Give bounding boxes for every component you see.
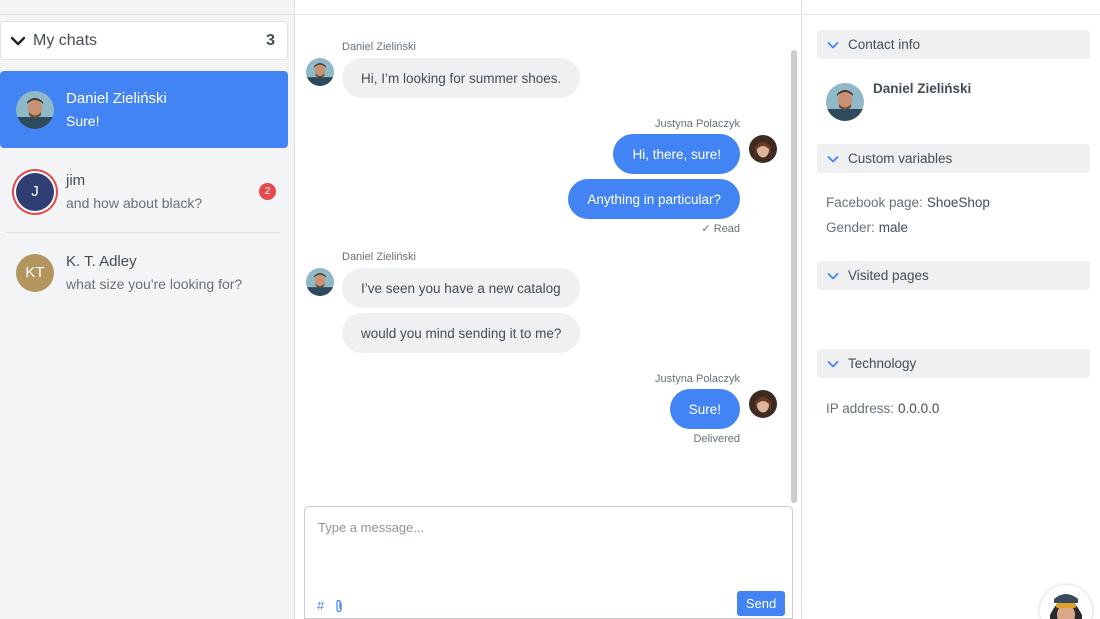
message-bubble: would you mind sending it to me?	[342, 313, 581, 353]
hashtag-icon[interactable]: #	[317, 598, 324, 613]
message-bubble: Hi, there, sure!	[613, 134, 740, 174]
message-author: Justyna Polaczyk	[655, 373, 740, 385]
chat-item-name: Daniel Zieliński	[66, 90, 167, 107]
message-status: ✓ Read	[701, 222, 740, 235]
chevron-down-icon	[11, 36, 25, 45]
chat-item-preview: what size you're looking for?	[66, 276, 243, 292]
chevron-down-icon	[827, 272, 839, 279]
variable-key: Gender:	[826, 220, 875, 235]
message-author: Daniel Zieliński	[342, 41, 416, 53]
divider	[295, 14, 802, 15]
variable-ip-address: IP address: 0.0.0.0	[826, 401, 939, 416]
message-author: Daniel Zieliński	[342, 251, 416, 263]
section-contact-info[interactable]: Contact info	[817, 30, 1090, 59]
avatar: KT	[16, 253, 54, 292]
message-bubble: Anything in particular?	[568, 179, 740, 219]
my-chats-count: 3	[266, 31, 275, 49]
chat-item-daniel[interactable]: Daniel Zieliński Sure!	[0, 71, 288, 148]
send-button[interactable]: Send	[737, 591, 785, 616]
paperclip-icon[interactable]	[334, 599, 344, 613]
message-input[interactable]: Type a message...	[318, 520, 424, 535]
section-title: Custom variables	[848, 151, 953, 166]
variable-key: Facebook page:	[826, 195, 923, 210]
message-bubble: I’ve seen you have a new catalog	[342, 268, 580, 308]
section-title: Visited pages	[848, 268, 929, 283]
variable-facebook-page: Facebook page: ShoeShop	[826, 195, 990, 210]
avatar	[826, 83, 864, 121]
section-custom-variables[interactable]: Custom variables	[817, 144, 1090, 173]
chat-item-preview: and how about black?	[66, 195, 203, 211]
message-status-text: Delivered	[693, 433, 740, 445]
message-bubble: Sure!	[669, 389, 740, 429]
divider	[6, 232, 280, 233]
avatar	[16, 90, 54, 129]
scrollbar[interactable]	[791, 50, 797, 503]
section-title: Contact info	[848, 37, 921, 52]
variable-key: IP address:	[826, 401, 895, 416]
chat-item-kt-adley[interactable]: KT K. T. Adley what size you're looking …	[0, 234, 288, 311]
avatar	[306, 58, 334, 86]
section-visited-pages[interactable]: Visited pages	[817, 261, 1090, 290]
section-title: Technology	[848, 356, 917, 371]
avatar: J	[16, 172, 54, 211]
check-icon: ✓	[701, 223, 714, 235]
chevron-down-icon	[827, 41, 839, 48]
message-status-text: Read	[713, 223, 740, 235]
message-author: Justyna Polaczyk	[655, 118, 740, 130]
chat-item-jim[interactable]: J jim and how about black? 2	[0, 153, 288, 230]
variable-value: male	[878, 220, 909, 235]
avatar	[749, 135, 777, 163]
my-chats-label: My chats	[33, 31, 98, 49]
chevron-down-icon	[827, 155, 839, 162]
divider	[0, 14, 295, 15]
contact-name: Daniel Zieliński	[873, 81, 972, 96]
chat-list-sidebar: My chats 3 Daniel Zieliński Sure! J jim …	[0, 0, 295, 619]
section-technology[interactable]: Technology	[817, 349, 1090, 378]
my-chats-header[interactable]: My chats 3	[0, 21, 288, 60]
chat-item-name: jim	[66, 172, 86, 189]
details-panel: Contact info Daniel Zieliński Custom var…	[803, 0, 1100, 619]
chat-item-preview: Sure!	[66, 113, 100, 129]
chat-item-name: K. T. Adley	[66, 253, 137, 270]
variable-value: ShoeShop	[926, 195, 990, 210]
avatar	[306, 268, 334, 296]
avatar	[749, 390, 777, 418]
variable-value: 0.0.0.0	[898, 401, 940, 416]
message-bubble: Hi, I’m looking for summer shoes.	[342, 58, 581, 98]
message-composer[interactable]: Type a message... # Send	[304, 506, 793, 619]
chevron-down-icon	[827, 360, 839, 367]
unread-badge: 2	[259, 183, 276, 200]
divider	[803, 14, 1100, 15]
conversation-pane: Daniel Zieliński Hi, I’m looking for sum…	[295, 0, 802, 619]
variable-gender: Gender: male	[826, 220, 908, 235]
